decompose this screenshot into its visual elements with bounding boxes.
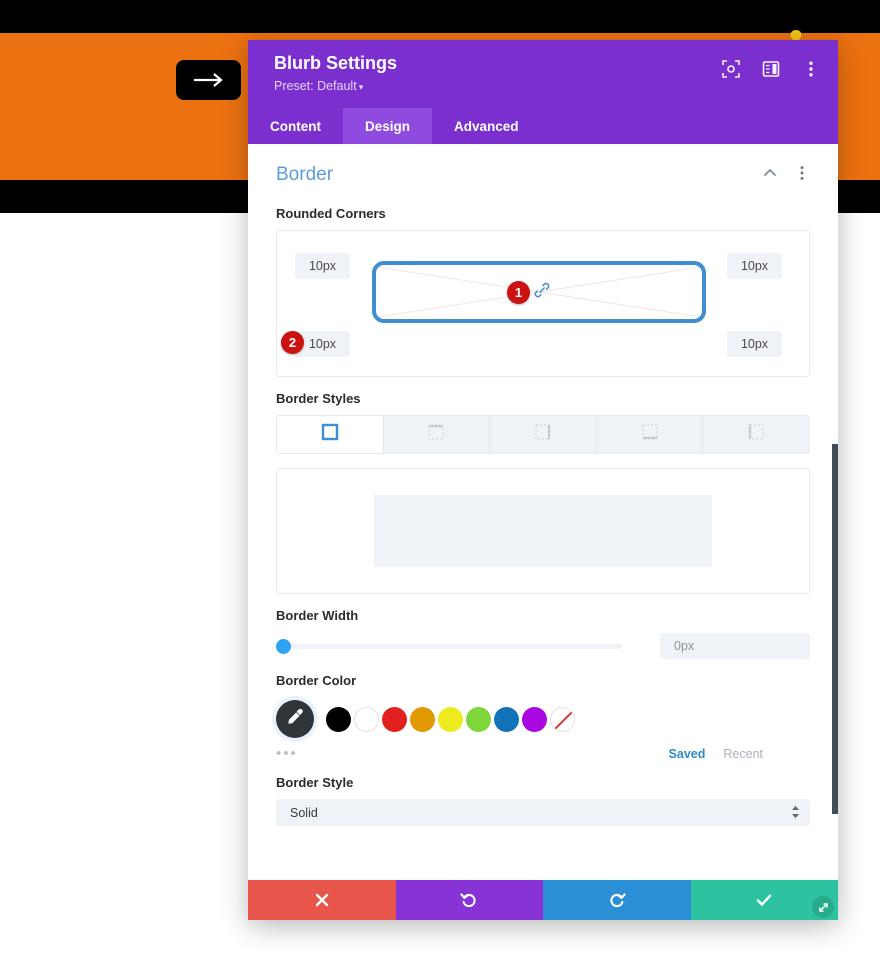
undo-icon [460, 891, 478, 909]
tab-advanced[interactable]: Advanced [432, 108, 541, 144]
border-width-row: 0px [276, 633, 810, 659]
annotation-badge-1: 1 [507, 281, 530, 304]
tab-content[interactable]: Content [248, 108, 343, 144]
more-vertical-icon[interactable] [802, 60, 820, 78]
annotation-badge-2: 2 [281, 331, 304, 354]
border-top-icon [427, 423, 445, 446]
border-preview-panel [276, 468, 810, 594]
link-chain-icon[interactable] [533, 281, 551, 304]
undo-button[interactable] [395, 880, 543, 920]
border-all-icon [321, 423, 339, 446]
border-width-input[interactable]: 0px [660, 633, 810, 659]
modal-header-icons [722, 60, 820, 78]
section-title: Border [276, 164, 334, 185]
chevron-up-icon[interactable] [762, 165, 778, 186]
close-icon [314, 892, 330, 908]
arrow-right-icon [192, 72, 226, 88]
border-width-slider[interactable] [276, 638, 622, 654]
arrow-right-button[interactable] [176, 60, 241, 100]
price-text: $258 [848, 125, 880, 155]
border-color-swatches [276, 700, 810, 738]
swatch-white[interactable] [354, 706, 379, 732]
preset-selector[interactable]: Preset: Default ▾ [274, 77, 814, 96]
rounded-corners-control: 10px 10px 10px 10px 1 2 [276, 230, 810, 377]
redo-button[interactable] [543, 880, 691, 920]
section-tools [762, 165, 810, 186]
swatch-yellow[interactable] [438, 706, 463, 732]
border-width-slider-thumb[interactable] [276, 638, 291, 654]
more-colors-button[interactable]: ••• [276, 746, 298, 761]
saved-colors-tab[interactable]: Saved [669, 747, 706, 761]
section-more-vertical-icon[interactable] [794, 165, 810, 186]
border-bottom-button[interactable] [596, 416, 704, 453]
modal-scrollbar[interactable] [832, 444, 838, 814]
corner-input-bottom-right[interactable]: 10px [727, 331, 782, 357]
modal-footer [248, 880, 838, 920]
border-left-button[interactable] [703, 416, 809, 453]
border-styles-label: Border Styles [276, 391, 361, 406]
recent-colors-tab[interactable]: Recent [723, 747, 763, 761]
check-icon [755, 891, 773, 909]
corner-input-top-left[interactable]: 10px [295, 253, 350, 279]
resize-handle-icon[interactable] [812, 896, 834, 918]
border-color-label: Border Color [276, 673, 357, 688]
redo-icon [608, 891, 626, 909]
preset-label: Preset: Default [274, 79, 357, 93]
swatch-purple[interactable] [522, 706, 547, 732]
tab-design[interactable]: Design [343, 108, 433, 144]
border-section-header: Border [276, 144, 810, 192]
background-top-bar [0, 0, 880, 33]
border-right-icon [534, 423, 552, 446]
swatch-red[interactable] [382, 706, 407, 732]
border-color-footer: ••• Saved Recent [276, 746, 810, 761]
swatch-orange[interactable] [410, 706, 435, 732]
swatch-black[interactable] [326, 706, 351, 732]
border-styles-group [276, 415, 810, 454]
border-all-button[interactable] [277, 416, 384, 453]
eyedropper-icon [285, 707, 305, 732]
blurb-settings-modal: Blurb Settings Preset: Default ▾ Content… [248, 40, 838, 920]
corner-input-top-right[interactable]: 10px [727, 253, 782, 279]
cancel-button[interactable] [248, 880, 396, 920]
modal-header: Blurb Settings Preset: Default ▾ [248, 40, 838, 108]
border-left-icon [747, 423, 765, 446]
chevron-down-icon: ▾ [358, 82, 364, 92]
modal-tabbar: Content Design Advanced [248, 108, 838, 144]
border-top-button[interactable] [383, 416, 491, 453]
border-style-label: Border Style [276, 775, 354, 790]
border-width-label: Border Width [276, 608, 359, 623]
modal-body: Border Rounded Corners 10px 10px 10px 10… [248, 144, 838, 880]
rounded-corners-label: Rounded Corners [276, 206, 386, 221]
layout-panel-icon[interactable] [762, 60, 780, 78]
swatch-blue[interactable] [494, 706, 519, 732]
border-bottom-icon [641, 423, 659, 446]
border-style-select[interactable]: Solid [276, 799, 810, 826]
border-preview-rect [374, 495, 712, 567]
swatch-transparent[interactable] [550, 706, 575, 732]
eyedropper-button[interactable] [276, 700, 314, 738]
border-style-value: Solid [290, 805, 318, 820]
swatch-green[interactable] [466, 706, 491, 732]
border-right-button[interactable] [490, 416, 597, 453]
select-updown-icon [791, 805, 800, 820]
focus-icon[interactable] [722, 60, 740, 78]
